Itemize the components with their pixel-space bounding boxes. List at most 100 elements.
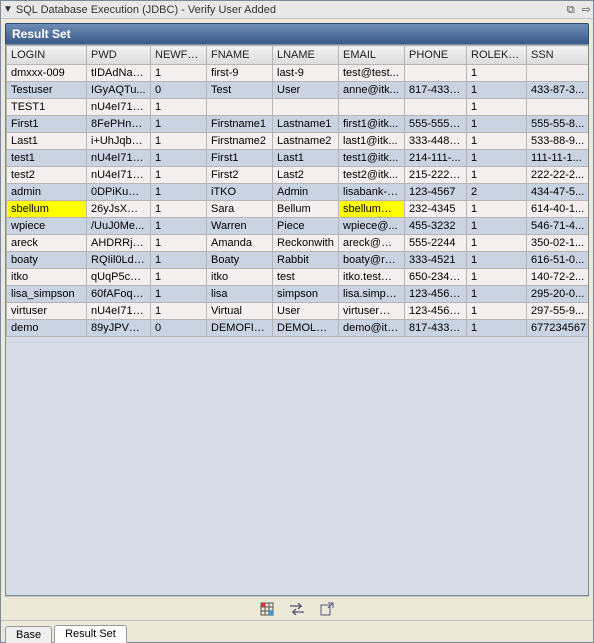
cell-newflag[interactable]: 0 [151,82,207,99]
cell-email[interactable]: wpiece@... [339,218,405,235]
cell-phone[interactable] [405,65,467,82]
cell-fname[interactable]: Firstname1 [207,116,273,133]
cell-fname[interactable]: DEMOFIRST [207,320,273,337]
cell-phone[interactable]: 123-4567 [405,184,467,201]
tab-result-set[interactable]: Result Set [54,625,127,643]
cell-fname[interactable]: First1 [207,150,273,167]
cell-pwd[interactable]: AHDRRjD... [87,235,151,252]
cell-login[interactable]: areck [7,235,87,252]
cell-ssn[interactable]: 295-20-0... [527,286,589,303]
table-row[interactable]: test2nU4eI71b...1First2Last2test2@itk...… [7,167,589,184]
cell-email[interactable]: boaty@ra... [339,252,405,269]
cell-ssn[interactable]: 555-55-8... [527,116,589,133]
table-row[interactable]: TEST1nU4eI71b...11 [7,99,589,116]
cell-email[interactable] [339,99,405,116]
cell-newflag[interactable]: 1 [151,133,207,150]
tab-base[interactable]: Base [5,626,52,643]
table-row[interactable]: Last1i+UhJqb9...1Firstname2Lastname2last… [7,133,589,150]
cell-pwd[interactable]: IGyAQTu... [87,82,151,99]
cell-login[interactable]: boaty [7,252,87,269]
cell-rolekey[interactable]: 1 [467,269,527,286]
column-header[interactable]: PWD [87,46,151,65]
cell-lname[interactable]: Last2 [273,167,339,184]
cell-email[interactable]: test@test... [339,65,405,82]
cell-login[interactable]: wpiece [7,218,87,235]
cell-rolekey[interactable]: 1 [467,320,527,337]
cell-fname[interactable]: itko [207,269,273,286]
cell-lname[interactable]: Piece [273,218,339,235]
cell-phone[interactable]: 455-3232 [405,218,467,235]
cell-newflag[interactable]: 1 [151,269,207,286]
cell-fname[interactable]: Firstname2 [207,133,273,150]
grid-icon[interactable] [259,601,275,617]
cell-fname[interactable]: Sara [207,201,273,218]
cell-phone[interactable]: 555-555-... [405,116,467,133]
table-row[interactable]: boatyRQIil0Ldp...1BoatyRabbitboaty@ra...… [7,252,589,269]
cell-newflag[interactable]: 1 [151,150,207,167]
cell-email[interactable]: test1@itk... [339,150,405,167]
cell-ssn[interactable]: 434-47-5... [527,184,589,201]
cell-email[interactable]: areck@my... [339,235,405,252]
cell-ssn[interactable]: 350-02-1... [527,235,589,252]
cell-newflag[interactable]: 1 [151,184,207,201]
cell-phone[interactable]: 214-111-... [405,150,467,167]
cell-newflag[interactable]: 1 [151,303,207,320]
cell-rolekey[interactable]: 1 [467,303,527,320]
cell-lname[interactable]: test [273,269,339,286]
table-row[interactable]: areckAHDRRjD...1AmandaReckonwithareck@my… [7,235,589,252]
cell-lname[interactable]: User [273,303,339,320]
table-row[interactable]: TestuserIGyAQTu...0TestUseranne@itk...81… [7,82,589,99]
table-scroll-area[interactable]: LOGINPWDNEWFLAGFNAMELNAMEEMAILPHONEROLEK… [6,45,588,595]
cell-rolekey[interactable]: 1 [467,218,527,235]
cell-lname[interactable] [273,99,339,116]
column-header[interactable]: EMAIL [339,46,405,65]
cell-ssn[interactable]: 433-87-3... [527,82,589,99]
cell-rolekey[interactable]: 1 [467,252,527,269]
cell-login[interactable]: demo [7,320,87,337]
cell-login[interactable]: itko [7,269,87,286]
cell-email[interactable]: last1@itk... [339,133,405,150]
table-row[interactable]: lisa_simpson60fAFoq+...1lisasimpsonlisa.… [7,286,589,303]
cell-rolekey[interactable]: 1 [467,116,527,133]
cell-email[interactable]: lisa.simps... [339,286,405,303]
cell-ssn[interactable]: 297-55-9... [527,303,589,320]
swap-icon[interactable] [289,601,305,617]
cell-login[interactable]: test2 [7,167,87,184]
cell-pwd[interactable]: /UuJ0Me... [87,218,151,235]
table-row[interactable]: test1nU4eI71b...1First1Last1test1@itk...… [7,150,589,167]
cell-rolekey[interactable]: 1 [467,99,527,116]
table-row[interactable]: wpiece/UuJ0Me...1WarrenPiecewpiece@...45… [7,218,589,235]
cell-fname[interactable]: Virtual [207,303,273,320]
table-row[interactable]: itkoqUqP5cyx...1itkotestitko.test@...650… [7,269,589,286]
cell-pwd[interactable]: RQIil0Ldp... [87,252,151,269]
cell-login[interactable]: lisa_simpson [7,286,87,303]
cell-newflag[interactable]: 1 [151,235,207,252]
column-header[interactable]: SSN [527,46,589,65]
cell-pwd[interactable]: 60fAFoq+... [87,286,151,303]
cell-pwd[interactable]: i+UhJqb9... [87,133,151,150]
detach-icon[interactable]: ⧉ [567,4,575,16]
cell-phone[interactable]: 232-4345 [405,201,467,218]
cell-ssn[interactable]: 614-40-1... [527,201,589,218]
cell-email[interactable]: first1@itk... [339,116,405,133]
table-row[interactable]: admin0DPiKuNIr...1iTKOAdminlisabank-a...… [7,184,589,201]
cell-login[interactable]: admin [7,184,87,201]
cell-login[interactable]: sbellum [7,201,87,218]
cell-pwd[interactable]: 8FePHnF0... [87,116,151,133]
table-row[interactable]: First18FePHnF0...1Firstname1Lastname1fir… [7,116,589,133]
cell-newflag[interactable]: 1 [151,99,207,116]
cell-email[interactable]: sbellum@... [339,201,405,218]
cell-phone[interactable]: 215-222-... [405,167,467,184]
cell-pwd[interactable]: nU4eI71b... [87,150,151,167]
cell-rolekey[interactable]: 1 [467,167,527,184]
cell-login[interactable]: test1 [7,150,87,167]
cell-newflag[interactable]: 1 [151,116,207,133]
cell-phone[interactable] [405,99,467,116]
cell-phone[interactable]: 123-456-... [405,303,467,320]
cell-ssn[interactable]: 140-72-2... [527,269,589,286]
cell-fname[interactable] [207,99,273,116]
column-header[interactable]: LOGIN [7,46,87,65]
column-header[interactable]: PHONE [405,46,467,65]
cell-ssn[interactable]: 677234567 [527,320,589,337]
cell-login[interactable]: Testuser [7,82,87,99]
